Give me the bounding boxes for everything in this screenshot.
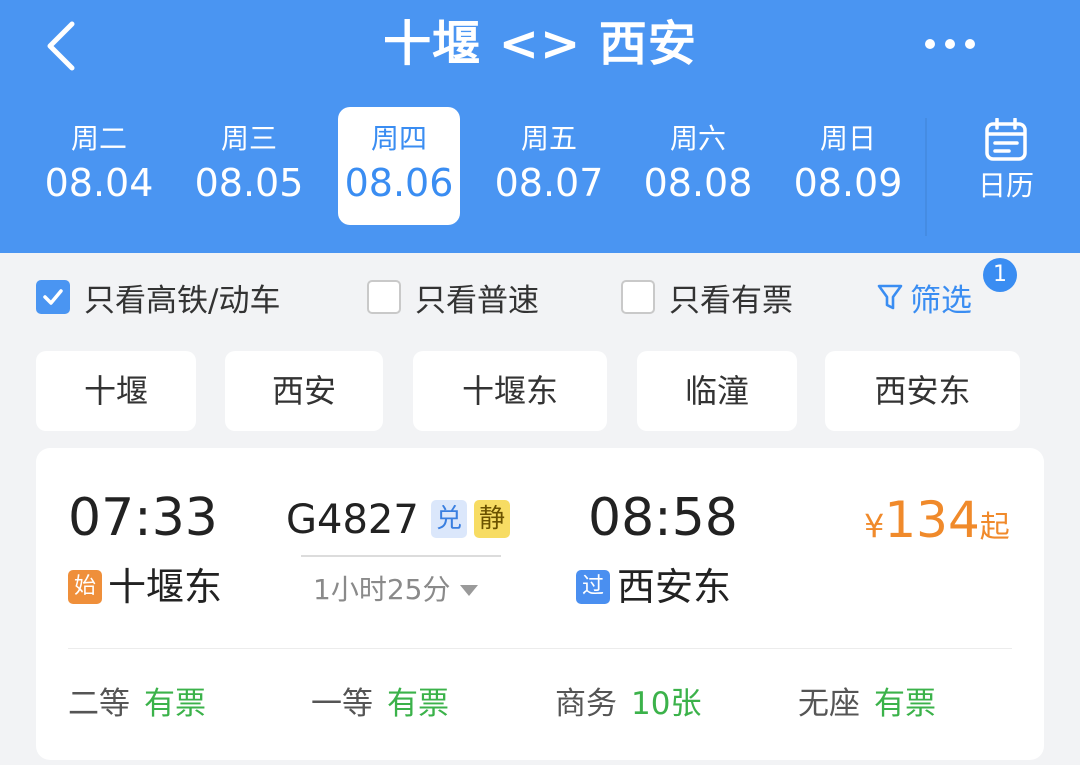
date-value: 08.05 [194, 161, 304, 205]
date-weekday: 周四 [370, 122, 427, 155]
date-tab-fri[interactable]: 周五 08.07 [488, 107, 610, 225]
seat-second-class: 二等 有票 [68, 684, 206, 724]
filter-has-ticket-checkbox[interactable]: 只看有票 [621, 277, 793, 319]
date-weekday: 周五 [520, 122, 577, 155]
duration-text: 1小时25分 [313, 573, 451, 606]
seat-availability: 有票 [144, 686, 206, 722]
seat-business-class: 商务 10张 [555, 684, 701, 724]
price-value: 134 [884, 491, 980, 549]
filter-normal-checkbox[interactable]: 只看普速 [367, 277, 539, 319]
filter-high-speed-label: 只看高铁/动车 [84, 282, 281, 319]
date-tab-thu-selected[interactable]: 周四 08.06 [338, 107, 460, 225]
train-number: G4827 [286, 497, 419, 543]
station-chip-shiyan-east[interactable]: 十堰东 [413, 351, 607, 431]
date-tab-sat[interactable]: 周六 08.08 [637, 107, 759, 225]
filter-has-ticket-label: 只看有票 [669, 282, 793, 319]
checkbox-empty-icon [367, 280, 401, 314]
exchange-tag: 兑 [431, 500, 467, 538]
calendar-label: 日历 [977, 169, 1034, 202]
price-currency: ¥ [864, 507, 885, 545]
duration-toggle[interactable]: 1小时25分 [313, 570, 479, 610]
pass-through-badge: 过 [576, 570, 610, 604]
filter-label: 筛选 [910, 282, 972, 319]
depart-station: 十堰东 [108, 565, 223, 609]
origin-badge: 始 [68, 570, 102, 604]
more-dots-icon[interactable] [918, 24, 982, 64]
seat-availability: 10张 [631, 686, 702, 722]
date-value: 08.07 [494, 161, 604, 205]
calendar-button[interactable]: 日历 [960, 118, 1052, 218]
filter-count-badge: 1 [983, 258, 1017, 292]
checkbox-empty-icon [621, 280, 655, 314]
seat-name: 二等 [68, 686, 130, 722]
date-value: 08.08 [643, 161, 753, 205]
seat-availability: 有票 [874, 686, 936, 722]
date-divider [925, 118, 927, 236]
date-weekday: 周六 [669, 122, 726, 155]
seat-standing: 无座 有票 [798, 684, 936, 724]
filter-high-speed-checkbox[interactable]: 只看高铁/动车 [36, 277, 281, 319]
date-weekday: 周日 [819, 122, 876, 155]
train-route-line [301, 555, 501, 557]
date-value: 08.04 [44, 161, 154, 205]
filter-normal-label: 只看普速 [415, 282, 539, 319]
date-tab-tue[interactable]: 周二 08.04 [38, 107, 160, 225]
seat-availability: 有票 [387, 686, 449, 722]
price: ¥134起 [864, 490, 1010, 562]
station-chip-lintong[interactable]: 临潼 [637, 351, 797, 431]
station-chip-shiyan[interactable]: 十堰 [36, 351, 196, 431]
filter-button[interactable]: 筛选 [876, 277, 972, 319]
arrive-station: 西安东 [617, 565, 732, 609]
checkbox-checked-icon [36, 280, 70, 314]
date-weekday: 周二 [70, 122, 127, 155]
card-divider [68, 648, 1012, 649]
seat-name: 一等 [311, 686, 373, 722]
date-value: 08.09 [793, 161, 903, 205]
arrive-time: 08:58 [588, 488, 738, 548]
depart-time: 07:33 [68, 488, 218, 548]
date-value: 08.06 [344, 161, 454, 205]
triangle-down-icon [460, 584, 479, 596]
funnel-icon [877, 284, 903, 310]
seat-first-class: 一等 有票 [311, 684, 449, 724]
calendar-icon [985, 118, 1027, 161]
header-bar: 十堰 <> 西安 周二 08.04 周三 08.05 周四 08.06 周五 0… [0, 0, 1080, 253]
quiet-carriage-tag: 静 [474, 500, 510, 538]
seat-name: 商务 [555, 686, 617, 722]
station-chip-xian[interactable]: 西安 [225, 351, 383, 431]
date-tab-wed[interactable]: 周三 08.05 [188, 107, 310, 225]
station-chip-xian-east[interactable]: 西安东 [825, 351, 1020, 431]
date-weekday: 周三 [220, 122, 277, 155]
seat-name: 无座 [798, 686, 860, 722]
price-suffix: 起 [979, 510, 1010, 545]
date-tab-sun[interactable]: 周日 08.09 [787, 107, 909, 225]
